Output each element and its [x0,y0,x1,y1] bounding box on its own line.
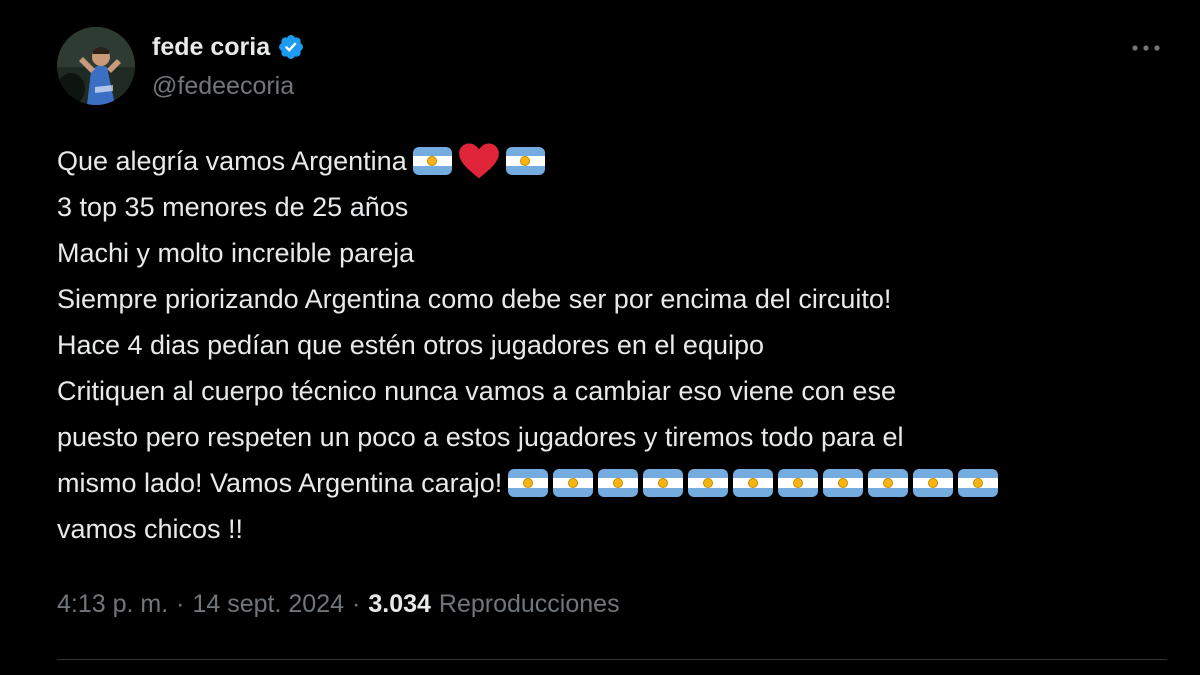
tweet-line: Hace 4 dias pedían que estén otros jugad… [57,322,1157,368]
tweet-line-text: Critiquen al cuerpo técnico nunca vamos … [57,376,896,406]
views-label: Reproducciones [438,590,620,618]
argentina-flag-icon [823,469,864,497]
argentina-flags-row [508,469,999,497]
avatar[interactable] [57,27,135,105]
tweet-line-text: vamos chicos !! [57,514,244,544]
meta-separator: · [176,590,185,618]
tweet-line: Que alegría vamos Argentina [57,138,1157,184]
tweet-line-text: Machi y molto increible pareja [57,238,415,268]
argentina-flag-icon [688,469,729,497]
tweet-meta: 4:13 p. m. · 14 sept. 2024 · 3.034 Repro… [57,590,620,619]
verified-badge-icon [277,33,305,61]
tweet-line: mismo lado! Vamos Argentina carajo! [57,460,1157,506]
divider [57,659,1167,660]
argentina-flag-icon [598,469,639,497]
argentina-flag-icon [412,147,452,175]
tweet-line: Critiquen al cuerpo técnico nunca vamos … [57,368,1157,414]
tweet-line: Siempre priorizando Argentina como debe … [57,276,1157,322]
more-horizontal-icon [1132,45,1160,51]
tweet-line-text: Hace 4 dias pedían que estén otros jugad… [57,330,765,360]
tweet-line-text: 3 top 35 menores de 25 años [57,192,409,222]
tweet-line-text: mismo lado! Vamos Argentina carajo! [57,468,503,498]
tweet-card: fede coria @fedeecoria Que alegría vamos… [0,0,1200,675]
argentina-flag-icon [868,469,909,497]
tweet-line: Machi y molto increible pareja [57,230,1157,276]
tweet-time[interactable]: 4:13 p. m. [57,590,168,619]
argentina-flag-icon [913,469,954,497]
tweet-line-text: puesto pero respeten un poco a estos jug… [57,422,904,452]
argentina-flag-icon [778,469,819,497]
tweet-date[interactable]: 14 sept. 2024 [193,590,345,619]
display-name[interactable]: fede coria [152,33,270,62]
argentina-flag-icon [508,469,549,497]
tweet-line: vamos chicos !! [57,506,1157,552]
views-count: 3.034 [368,590,431,618]
meta-separator: · [352,590,361,618]
red-heart-icon [458,142,500,180]
author-name-row: fede coria [152,31,305,63]
argentina-flag-icon [958,469,999,497]
argentina-flag-icon [553,469,594,497]
argentina-flag-icon [505,147,545,175]
more-options-button[interactable] [1130,36,1162,60]
tweet-line-text: Siempre priorizando Argentina como debe … [57,284,892,314]
tweet-text: Que alegría vamos Argentina 3 top 35 men… [57,138,1157,552]
handle[interactable]: @fedeecoria [152,72,294,101]
avatar-image [57,27,135,105]
tweet-line-text: Que alegría vamos Argentina [57,146,407,176]
argentina-flag-icon [643,469,684,497]
argentina-flag-icon [733,469,774,497]
tweet-line: puesto pero respeten un poco a estos jug… [57,414,1157,460]
tweet-line: 3 top 35 menores de 25 años [57,184,1157,230]
